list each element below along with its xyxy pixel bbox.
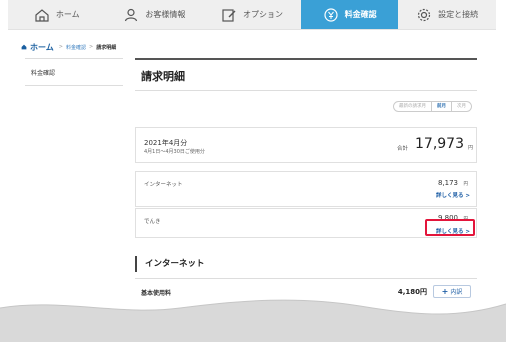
home-icon bbox=[35, 8, 49, 22]
breadcrumb-home-icon bbox=[21, 44, 27, 50]
total-label: 合計 bbox=[396, 146, 408, 152]
internet-detail-link[interactable]: 詳しく見る > bbox=[436, 191, 470, 199]
total-amount: 17,973 bbox=[415, 136, 464, 152]
nav-billing-label: 料金確認 bbox=[344, 10, 377, 19]
nav-home-label: ホーム bbox=[55, 10, 80, 19]
month-navigation: 最新の請求月 前月 次月 bbox=[393, 101, 472, 112]
prev-month-button[interactable]: 前月 bbox=[432, 101, 452, 112]
billing-summary-card: 2021年4月分 4月1日〜4月30日ご使用分 合計 17,973 円 bbox=[135, 127, 477, 163]
breakdown-label: 内訳 bbox=[450, 289, 463, 296]
next-month-button[interactable]: 次月 bbox=[452, 101, 472, 112]
screen: ホーム お客様情報 オプション 料金確認 設定と接続 ホーム > 料金確認 > … bbox=[0, 0, 506, 342]
nav-settings[interactable]: 設定と接続 bbox=[398, 0, 496, 29]
top-nav: ホーム お客様情報 オプション 料金確認 設定と接続 bbox=[8, 0, 496, 30]
highlight-box bbox=[425, 219, 475, 236]
latest-month-button[interactable]: 最新の請求月 bbox=[393, 101, 432, 112]
internet-label: インターネット bbox=[144, 182, 183, 188]
section-heading-internet: インターネット bbox=[135, 256, 205, 272]
usage-period: 4月1日〜4月30日ご使用分 bbox=[144, 149, 205, 155]
breadcrumb-separator: > bbox=[58, 44, 63, 50]
nav-billing[interactable]: 料金確認 bbox=[300, 0, 399, 29]
internet-charge-card: インターネット 8,173 円 詳しく見る > bbox=[135, 171, 477, 207]
nav-options-label: オプション bbox=[242, 10, 283, 19]
internet-amount: 8,173 bbox=[437, 179, 458, 187]
divider bbox=[135, 90, 477, 91]
breadcrumb-separator: > bbox=[88, 44, 94, 50]
nav-settings-label: 設定と接続 bbox=[438, 10, 479, 19]
page-title: 請求明細 bbox=[141, 70, 185, 83]
edit-icon bbox=[222, 8, 236, 22]
breadcrumb: ホーム > 料金確認 > 請求明細 bbox=[21, 41, 116, 53]
user-icon bbox=[125, 8, 138, 21]
billing-month: 2021年4月分 bbox=[144, 139, 188, 147]
breadcrumb-home[interactable]: ホーム bbox=[30, 42, 54, 53]
torn-edge bbox=[0, 299, 506, 342]
gear-icon bbox=[418, 8, 431, 21]
coin-icon bbox=[323, 7, 338, 22]
nav-home[interactable]: ホーム bbox=[8, 0, 106, 29]
total-yen: 円 bbox=[467, 145, 473, 151]
breadcrumb-current: 請求明細 bbox=[96, 44, 117, 51]
electricity-label: でんき bbox=[144, 219, 161, 225]
nav-options[interactable]: オプション bbox=[203, 0, 301, 29]
plus-icon: + bbox=[441, 287, 449, 296]
internet-yen: 円 bbox=[463, 182, 469, 187]
breadcrumb-billing[interactable]: 料金確認 bbox=[66, 44, 86, 51]
nav-customer-info[interactable]: お客様情報 bbox=[106, 0, 204, 29]
divider bbox=[135, 278, 477, 279]
sidebar-item-billing[interactable]: 料金確認 bbox=[25, 58, 123, 86]
title-rule bbox=[135, 58, 477, 60]
nav-customer-info-label: お客様情報 bbox=[145, 10, 186, 19]
